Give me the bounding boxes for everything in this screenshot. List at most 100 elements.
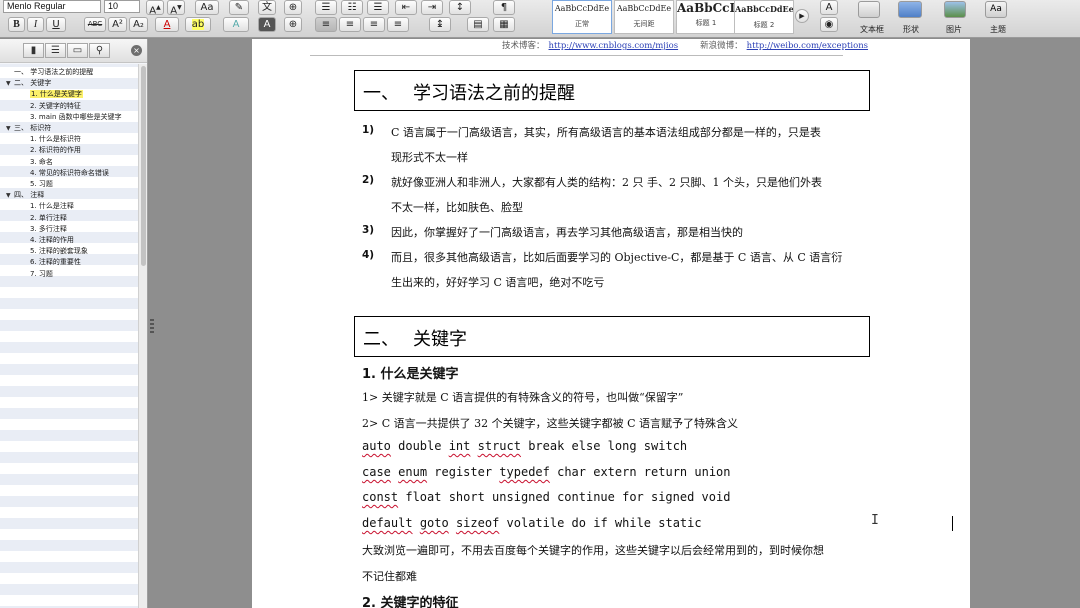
keyword-text: register <box>427 465 500 479</box>
style-heading-1[interactable]: AaBbCcD 标题 1 <box>676 0 736 34</box>
outline-item[interactable]: 7. 习题 <box>30 269 53 280</box>
outline-item[interactable]: 5. 习题 <box>30 179 53 190</box>
text-effects-button[interactable]: A <box>223 17 249 32</box>
misspelled-keyword: default <box>362 516 413 530</box>
align-center-button[interactable]: ≡ <box>339 17 361 32</box>
thumbnails-view-icon[interactable]: ▮ <box>23 43 44 58</box>
sort-icon[interactable]: ↕ <box>449 0 471 15</box>
outline-item[interactable]: 2. 关键字的特征 <box>30 101 81 112</box>
text-style-icon[interactable]: A <box>820 0 838 15</box>
subscript-button[interactable]: A₂ <box>129 17 148 32</box>
list-item-number: 3) <box>362 224 375 236</box>
font-name-select[interactable]: Menlo Regular <box>3 0 101 13</box>
misspelled-keyword: typedef <box>499 465 550 479</box>
style-no-spacing[interactable]: AaBbCcDdEe 无间距 <box>614 0 674 34</box>
outline-item[interactable]: 3. 多行注释 <box>30 224 67 235</box>
justify-button[interactable]: ≡ <box>387 17 409 32</box>
keyword-text: double <box>390 439 449 453</box>
outline-item-label: 三、 标识符 <box>14 124 52 132</box>
theme-icon[interactable]: Aa <box>985 1 1007 18</box>
outline-item[interactable]: ▼ 四、 注释 <box>6 190 44 201</box>
line-spacing-icon[interactable]: ↨ <box>429 17 451 32</box>
blog-link[interactable]: http://www.cnblogs.com/mjios <box>549 41 679 51</box>
highlight-button[interactable]: ab <box>185 17 211 32</box>
pane-resize-handle[interactable] <box>150 319 154 333</box>
outline-item-label: 1. 什么是关键字 <box>30 90 83 99</box>
enclose-character-icon[interactable]: ⊕ <box>284 0 302 15</box>
font-size-select[interactable]: 10 <box>104 0 140 13</box>
list-item-text: 现形式不太一样 <box>391 151 468 164</box>
bold-button[interactable]: B <box>8 17 25 32</box>
outline-item-label: 2. 关键字的特征 <box>30 101 81 110</box>
misspelled-keyword: const <box>362 490 399 504</box>
outline-toggle-icon[interactable]: ▼ <box>6 190 14 201</box>
outline-item[interactable]: 2. 单行注释 <box>30 213 67 224</box>
multilevel-list-icon[interactable]: ☰ <box>367 0 389 15</box>
outline-item[interactable]: 1. 什么是关键字 <box>30 89 83 100</box>
keyword-text: char extern return union <box>549 465 731 479</box>
bullet-list-icon[interactable]: ☰ <box>315 0 337 15</box>
style-normal[interactable]: AaBbCcDdEe 正常 <box>552 0 612 34</box>
comments-view-icon[interactable]: ▭ <box>67 43 88 58</box>
outline-item[interactable]: 3. main 函数中哪些是关键字 <box>30 112 122 123</box>
decrease-indent-icon[interactable]: ⇤ <box>395 0 417 15</box>
outline-item[interactable]: 4. 注释的作用 <box>30 235 74 246</box>
phonetic-guide-icon[interactable]: 文 <box>258 0 276 15</box>
character-shading-icon[interactable]: A <box>258 17 276 32</box>
italic-button[interactable]: I <box>27 17 44 32</box>
keyword-text <box>470 439 477 453</box>
misspelled-keyword: goto <box>419 516 449 530</box>
list-item-text: C 语言属于一门高级语言，其实，所有高级语言的基本语法组成部分都是一样的，只是表 <box>391 126 821 139</box>
section-heading-2: 二、 关键字 <box>354 316 870 357</box>
superscript-button[interactable]: A² <box>108 17 127 32</box>
weibo-link[interactable]: http://weibo.com/exceptions <box>747 41 868 51</box>
outline-item[interactable]: ▼ 二、 关键字 <box>6 78 51 89</box>
font-color-button[interactable]: A <box>155 17 179 32</box>
outline-item[interactable]: 3. 命名 <box>30 157 53 168</box>
style-sample: AaBbCcDdEe <box>554 4 610 13</box>
styles-next-icon[interactable]: ▶ <box>795 9 809 23</box>
outline-toggle-icon[interactable]: ▼ <box>6 78 14 89</box>
change-case-button[interactable]: Aa <box>195 0 219 15</box>
picture-icon[interactable] <box>944 1 966 18</box>
outline-toggle-icon[interactable]: ▼ <box>6 123 14 134</box>
close-icon[interactable]: × <box>131 45 142 56</box>
character-border-icon[interactable]: ⊕ <box>284 17 302 32</box>
page-header: 技术博客： http://www.cnblogs.com/mjios 新浪微博： ht… <box>502 39 890 51</box>
document-page[interactable]: 技术博客： http://www.cnblogs.com/mjios 新浪微博： ht… <box>252 39 970 608</box>
underline-button[interactable]: U <box>46 17 66 32</box>
audio-icon[interactable]: ◉ <box>820 17 838 32</box>
outline-item[interactable]: 2. 标识符的作用 <box>30 145 81 156</box>
search-icon[interactable]: ⚲ <box>89 43 110 58</box>
shape-icon[interactable] <box>898 1 922 18</box>
outline-item[interactable]: ▼ 三、 标识符 <box>6 123 51 134</box>
outline-view-icon[interactable]: ☰ <box>45 43 66 58</box>
increase-indent-icon[interactable]: ⇥ <box>421 0 443 15</box>
show-marks-icon[interactable]: ¶ <box>493 0 515 15</box>
outline-item[interactable]: 1. 什么是标识符 <box>30 134 81 145</box>
grow-font-button[interactable]: A▲ <box>146 0 164 15</box>
style-heading-2[interactable]: AaBbCcDdEe 标题 2 <box>734 0 794 34</box>
outline-item[interactable]: 5. 注释的嵌套现象 <box>30 246 88 257</box>
outline-item[interactable]: 4. 常见的标识符命名错误 <box>30 168 109 179</box>
numbered-list-icon[interactable]: ☷ <box>341 0 363 15</box>
outline-item[interactable]: 1. 什么是注释 <box>30 201 74 212</box>
align-left-button[interactable]: ≡ <box>315 17 337 32</box>
code-line: const float short unsigned continue for … <box>362 490 730 504</box>
outline-item-label: 一、 学习语法之前的提醒 <box>14 68 94 76</box>
shading-icon[interactable]: ▤ <box>467 17 489 32</box>
clear-format-icon[interactable]: ✎ <box>229 0 249 15</box>
sidebar-scrollbar[interactable] <box>138 64 147 608</box>
style-label: 标题 1 <box>695 19 717 27</box>
outline-item[interactable]: 6. 注释的重要性 <box>30 257 81 268</box>
outline-item[interactable]: 一、 学习语法之前的提醒 <box>6 67 93 78</box>
scrollbar-thumb[interactable] <box>141 66 146 266</box>
style-label: 正常 <box>575 20 589 28</box>
text-box-icon[interactable] <box>858 1 880 18</box>
borders-icon[interactable]: ▦ <box>493 17 515 32</box>
strikethrough-button[interactable]: ABC <box>84 17 106 32</box>
shrink-font-button[interactable]: A▼ <box>167 0 185 15</box>
align-right-button[interactable]: ≡ <box>363 17 385 32</box>
subheading-what-is-keyword: 1. 什么是关键字 <box>362 367 459 382</box>
theme-label: 主题 <box>990 25 1006 34</box>
